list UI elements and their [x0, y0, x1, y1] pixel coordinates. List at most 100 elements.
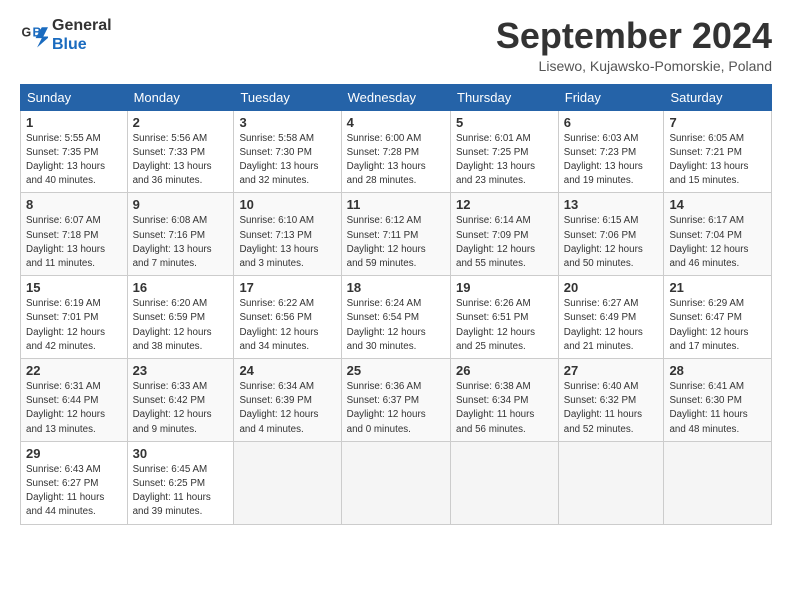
- calendar-cell: 1Sunrise: 5:55 AM Sunset: 7:35 PM Daylig…: [21, 110, 128, 193]
- day-number: 14: [669, 197, 766, 212]
- day-info: Sunrise: 6:24 AM Sunset: 6:54 PM Dayligh…: [347, 297, 445, 354]
- day-info: Sunrise: 6:29 AM Sunset: 6:47 PM Dayligh…: [669, 297, 766, 354]
- calendar-cell: 10 Sunrise: 6:10 AM Sunset: 7:13 PM Dayli…: [234, 193, 341, 276]
- weekday-header-friday: Friday: [558, 84, 664, 110]
- day-info: Sunrise: 6:34 AM Sunset: 6:39 PM Dayligh…: [239, 380, 335, 437]
- calendar-table: SundayMondayTuesdayWednesdayThursdayFrid…: [20, 84, 772, 525]
- day-number: 8: [26, 197, 122, 212]
- day-info: Sunrise: 6:40 AM Sunset: 6:32 PM Dayligh…: [564, 380, 659, 437]
- day-info: Sunrise: 6:07 AM Sunset: 7:18 PM Dayligh…: [26, 214, 122, 271]
- weekday-header-tuesday: Tuesday: [234, 84, 341, 110]
- calendar-cell: 8 Sunrise: 6:07 AM Sunset: 7:18 PM Daylig…: [21, 193, 128, 276]
- day-number: 6: [564, 115, 659, 130]
- calendar-cell: 25 Sunrise: 6:36 AM Sunset: 6:37 PM Dayli…: [341, 359, 450, 442]
- weekday-header-sunday: Sunday: [21, 84, 128, 110]
- day-number: 9: [133, 197, 229, 212]
- day-info: Sunrise: 6:27 AM Sunset: 6:49 PM Dayligh…: [564, 297, 659, 354]
- calendar-week-3: 15 Sunrise: 6:19 AM Sunset: 7:01 PM Dayli…: [21, 276, 772, 359]
- calendar-cell: 3 Sunrise: 5:58 AM Sunset: 7:30 PM Daylig…: [234, 110, 341, 193]
- calendar-cell: [558, 441, 664, 524]
- weekday-header-wednesday: Wednesday: [341, 84, 450, 110]
- day-number: 4: [347, 115, 445, 130]
- day-number: 10: [239, 197, 335, 212]
- calendar-page: G B General Blue September 2024 Lisewo, …: [0, 0, 792, 612]
- logo-text: General Blue: [52, 16, 112, 54]
- calendar-cell: 19Sunrise: 6:26 AM Sunset: 6:51 PM Dayli…: [451, 276, 559, 359]
- calendar-cell: 26 Sunrise: 6:38 AM Sunset: 6:34 PM Dayli…: [451, 359, 559, 442]
- calendar-cell: 23 Sunrise: 6:33 AM Sunset: 6:42 PM Dayli…: [127, 359, 234, 442]
- day-number: 2: [133, 115, 229, 130]
- calendar-cell: 9 Sunrise: 6:08 AM Sunset: 7:16 PM Daylig…: [127, 193, 234, 276]
- day-number: 12: [456, 197, 553, 212]
- logo-icon: G B: [20, 21, 48, 49]
- svg-text:G: G: [22, 26, 32, 40]
- day-info: Sunrise: 6:41 AM Sunset: 6:30 PM Dayligh…: [669, 380, 766, 437]
- day-info: Sunrise: 6:36 AM Sunset: 6:37 PM Dayligh…: [347, 380, 445, 437]
- day-number: 16: [133, 280, 229, 295]
- day-info: Sunrise: 6:31 AM Sunset: 6:44 PM Dayligh…: [26, 380, 122, 437]
- header: G B General Blue September 2024 Lisewo, …: [20, 16, 772, 74]
- weekday-header-row: SundayMondayTuesdayWednesdayThursdayFrid…: [21, 84, 772, 110]
- day-info: Sunrise: 6:22 AM Sunset: 6:56 PM Dayligh…: [239, 297, 335, 354]
- day-info: Sunrise: 6:01 AM Sunset: 7:25 PM Dayligh…: [456, 132, 553, 189]
- calendar-cell: 4 Sunrise: 6:00 AM Sunset: 7:28 PM Daylig…: [341, 110, 450, 193]
- day-info: Sunrise: 6:20 AM Sunset: 6:59 PM Dayligh…: [133, 297, 229, 354]
- day-number: 20: [564, 280, 659, 295]
- location: Lisewo, Kujawsko-Pomorskie, Poland: [496, 58, 772, 74]
- day-info: Sunrise: 6:00 AM Sunset: 7:28 PM Dayligh…: [347, 132, 445, 189]
- calendar-cell: [664, 441, 772, 524]
- day-number: 22: [26, 363, 122, 378]
- calendar-cell: 21 Sunrise: 6:29 AM Sunset: 6:47 PM Dayli…: [664, 276, 772, 359]
- weekday-header-monday: Monday: [127, 84, 234, 110]
- day-number: 27: [564, 363, 659, 378]
- day-info: Sunrise: 5:58 AM Sunset: 7:30 PM Dayligh…: [239, 132, 335, 189]
- day-info: Sunrise: 5:56 AM Sunset: 7:33 PM Dayligh…: [133, 132, 229, 189]
- day-number: 15: [26, 280, 122, 295]
- calendar-cell: 22 Sunrise: 6:31 AM Sunset: 6:44 PM Dayli…: [21, 359, 128, 442]
- day-number: 21: [669, 280, 766, 295]
- calendar-cell: 14 Sunrise: 6:17 AM Sunset: 7:04 PM Dayli…: [664, 193, 772, 276]
- day-number: 3: [239, 115, 335, 130]
- day-info: Sunrise: 6:14 AM Sunset: 7:09 PM Dayligh…: [456, 214, 553, 271]
- calendar-cell: 20 Sunrise: 6:27 AM Sunset: 6:49 PM Dayli…: [558, 276, 664, 359]
- day-info: Sunrise: 6:43 AM Sunset: 6:27 PM Dayligh…: [26, 463, 122, 520]
- day-number: 5: [456, 115, 553, 130]
- day-info: Sunrise: 6:08 AM Sunset: 7:16 PM Dayligh…: [133, 214, 229, 271]
- day-info: Sunrise: 6:15 AM Sunset: 7:06 PM Dayligh…: [564, 214, 659, 271]
- calendar-cell: 28 Sunrise: 6:41 AM Sunset: 6:30 PM Dayli…: [664, 359, 772, 442]
- calendar-cell: 7 Sunrise: 6:05 AM Sunset: 7:21 PM Daylig…: [664, 110, 772, 193]
- day-info: Sunrise: 6:33 AM Sunset: 6:42 PM Dayligh…: [133, 380, 229, 437]
- calendar-cell: 18 Sunrise: 6:24 AM Sunset: 6:54 PM Dayli…: [341, 276, 450, 359]
- day-number: 24: [239, 363, 335, 378]
- day-number: 18: [347, 280, 445, 295]
- day-number: 29: [26, 446, 122, 461]
- calendar-cell: 30 Sunrise: 6:45 AM Sunset: 6:25 PM Dayli…: [127, 441, 234, 524]
- calendar-cell: 24 Sunrise: 6:34 AM Sunset: 6:39 PM Dayli…: [234, 359, 341, 442]
- day-number: 28: [669, 363, 766, 378]
- day-number: 30: [133, 446, 229, 461]
- day-info: Sunrise: 6:19 AM Sunset: 7:01 PM Dayligh…: [26, 297, 122, 354]
- day-number: 7: [669, 115, 766, 130]
- calendar-week-4: 22 Sunrise: 6:31 AM Sunset: 6:44 PM Dayli…: [21, 359, 772, 442]
- calendar-cell: [451, 441, 559, 524]
- day-info: Sunrise: 6:10 AM Sunset: 7:13 PM Dayligh…: [239, 214, 335, 271]
- day-info: Sunrise: 6:26 AM Sunset: 6:51 PM Dayligh…: [456, 297, 553, 354]
- day-info: Sunrise: 6:45 AM Sunset: 6:25 PM Dayligh…: [133, 463, 229, 520]
- calendar-cell: 13 Sunrise: 6:15 AM Sunset: 7:06 PM Dayli…: [558, 193, 664, 276]
- day-number: 1: [26, 115, 122, 130]
- calendar-cell: [234, 441, 341, 524]
- day-number: 23: [133, 363, 229, 378]
- logo: G B General Blue: [20, 16, 112, 54]
- day-info: Sunrise: 6:12 AM Sunset: 7:11 PM Dayligh…: [347, 214, 445, 271]
- day-number: 13: [564, 197, 659, 212]
- day-number: 26: [456, 363, 553, 378]
- day-info: Sunrise: 6:05 AM Sunset: 7:21 PM Dayligh…: [669, 132, 766, 189]
- day-number: 25: [347, 363, 445, 378]
- calendar-cell: 16 Sunrise: 6:20 AM Sunset: 6:59 PM Dayli…: [127, 276, 234, 359]
- calendar-cell: 15 Sunrise: 6:19 AM Sunset: 7:01 PM Dayli…: [21, 276, 128, 359]
- day-info: Sunrise: 6:38 AM Sunset: 6:34 PM Dayligh…: [456, 380, 553, 437]
- day-info: Sunrise: 6:03 AM Sunset: 7:23 PM Dayligh…: [564, 132, 659, 189]
- day-info: Sunrise: 6:17 AM Sunset: 7:04 PM Dayligh…: [669, 214, 766, 271]
- calendar-cell: [341, 441, 450, 524]
- calendar-cell: 2 Sunrise: 5:56 AM Sunset: 7:33 PM Daylig…: [127, 110, 234, 193]
